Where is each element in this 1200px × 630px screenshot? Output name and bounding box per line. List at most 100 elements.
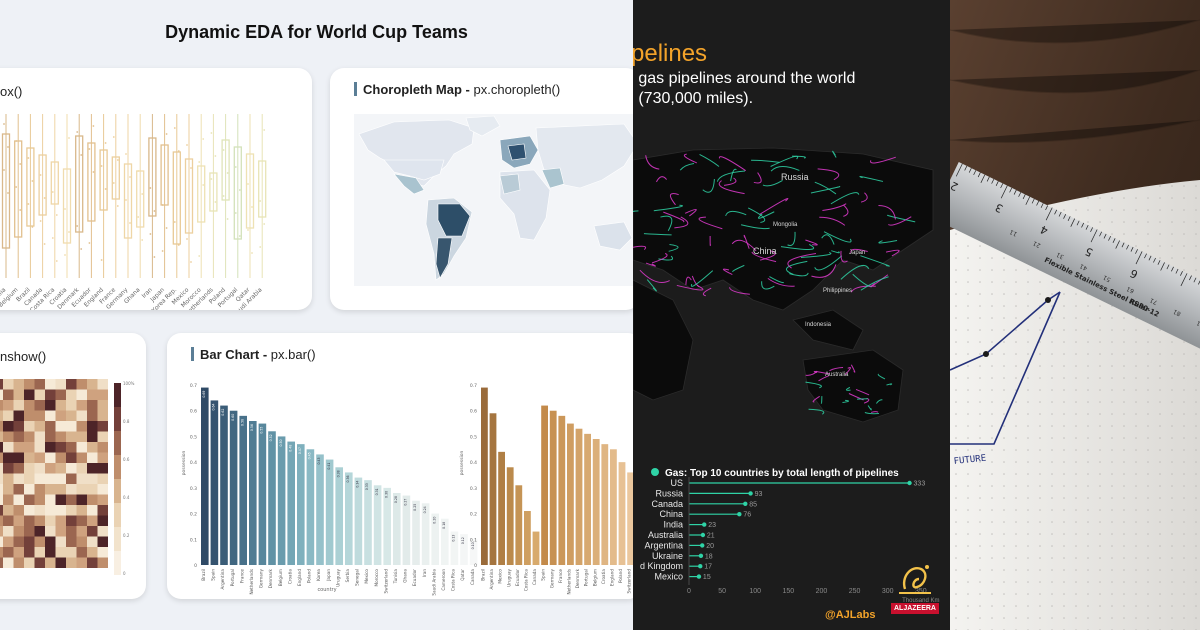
bar-ytick-label: 0.7 [470, 383, 477, 389]
map-label: China [753, 246, 777, 256]
heatmap-cell [87, 505, 98, 516]
bar-tick-label: Serbia [345, 569, 350, 583]
eda-collage-panel: Dynamic EDA for World Cup Teams ox() Aus… [0, 0, 633, 630]
bar-tick-label: England [297, 569, 302, 586]
heatmap-cell [24, 526, 35, 537]
heatmap-cell [0, 494, 3, 505]
box-outlier [234, 166, 237, 168]
heatmap-cell [87, 463, 98, 474]
heatmap-cell [76, 410, 87, 421]
possession-bar-chart: 0.69Brazil0.64Spain0.62Argentina0.60Port… [181, 383, 633, 596]
box-outlier [92, 171, 95, 173]
heatmap-cell [34, 505, 45, 516]
box-outlier [51, 191, 54, 193]
heatmap-cell [24, 379, 35, 390]
bar-data-label: 0.55 [260, 427, 264, 434]
box-outlier [104, 188, 107, 190]
bar-right [532, 531, 540, 565]
heatmap-cell [13, 442, 24, 453]
bar-data-label: 0.62 [221, 409, 225, 416]
bar-right [584, 433, 591, 565]
box-outlier [80, 248, 83, 250]
heatmap-cell [76, 442, 87, 453]
heatmap-cell [66, 494, 77, 505]
map-label: Australia [825, 372, 849, 378]
heatmap-cell [0, 536, 3, 547]
gas-category-label: Russia [655, 488, 683, 498]
bar-right [524, 511, 531, 565]
heatmap-cell [24, 547, 35, 558]
box-outlier [263, 129, 266, 131]
heatmap-cell [97, 389, 108, 400]
bar-ylabel: possession [181, 451, 187, 476]
heatmap-cell [3, 526, 14, 537]
bar-tick-label: Germany [549, 568, 554, 588]
bar-data-label: 0.45 [308, 452, 312, 459]
heatmap-cell [24, 473, 35, 484]
landmass [633, 279, 694, 401]
box-outlier [19, 209, 22, 211]
heatmap-cell [76, 389, 87, 400]
bar-tick-label: Spain [211, 569, 216, 581]
bar-left [258, 423, 267, 565]
box-outlier [214, 155, 217, 157]
pipeline-line [870, 274, 889, 288]
box-plot-card: ox() Australia Belgium Brazil Canada Costa R… [0, 68, 312, 310]
heatmap-cell [34, 547, 45, 558]
heatmap-cell [24, 400, 35, 411]
heatmap-cell [45, 484, 56, 495]
bar-tick-label: Morocco [374, 569, 379, 587]
box-outlier [31, 180, 34, 182]
pipeline-line [639, 269, 670, 283]
bar-ytick-label: 0.3 [190, 486, 197, 492]
heatmap-cell [0, 557, 3, 568]
bar-data-label: 0.36 [346, 475, 350, 482]
heatmap-cell [34, 463, 45, 474]
heatmap-cell [34, 442, 45, 453]
bar-left [335, 467, 343, 565]
heatmap-cell [45, 473, 56, 484]
heatmap-cell [97, 557, 108, 568]
bar-tick-label: France [558, 569, 563, 583]
box-outlier [222, 149, 225, 151]
box-outlier [153, 210, 156, 212]
box-outlier [214, 201, 217, 203]
heatmap-cell [87, 515, 98, 526]
box-outlier [247, 229, 249, 231]
landmass [792, 309, 864, 351]
heatmap-cell [45, 442, 56, 453]
heatmap-cell [3, 557, 14, 568]
box-outlier [55, 260, 58, 262]
box-outlier [7, 192, 9, 194]
bar-ytick-label: 0.1 [470, 537, 477, 543]
box-outlier [43, 243, 46, 245]
aljazeera-calligraphy-icon [899, 565, 931, 594]
heatmap-cell [13, 547, 24, 558]
heatmap-cell [13, 484, 24, 495]
heatmap-cell [87, 473, 98, 484]
heatmap-cell [3, 494, 14, 505]
bar-ytick-label: 0.6 [190, 409, 197, 415]
heatmap-cell [3, 452, 14, 463]
bar-tick-label: Portugal [230, 569, 235, 586]
aljazeera-brand: ALJAZEERA [891, 603, 939, 614]
bar-left [220, 405, 228, 565]
heatmap-cell [66, 515, 77, 526]
heatmap-cell [34, 452, 45, 463]
choropleth-card: Choropleth Map - px.choropleth() [330, 68, 633, 310]
bar-left [325, 459, 334, 565]
heatmap-cell [76, 536, 87, 547]
landmass [802, 349, 904, 423]
infographic-subtitle-line1: d gas pipelines around the world [633, 70, 856, 87]
chart-point [1045, 297, 1051, 303]
heatmap-cell [55, 473, 66, 484]
gas-bar-endpoint [700, 532, 706, 538]
bar-tick-label: Uruguay [506, 568, 511, 586]
bar-tick-label: Saudi Arabia [431, 569, 436, 596]
box-outlier [202, 138, 205, 140]
heatmap-cell [0, 484, 3, 495]
gas-category-label: Argentina [644, 540, 683, 550]
bar-right [481, 387, 488, 565]
heatmap-cell [45, 452, 56, 463]
heatmap-cell [66, 421, 77, 432]
